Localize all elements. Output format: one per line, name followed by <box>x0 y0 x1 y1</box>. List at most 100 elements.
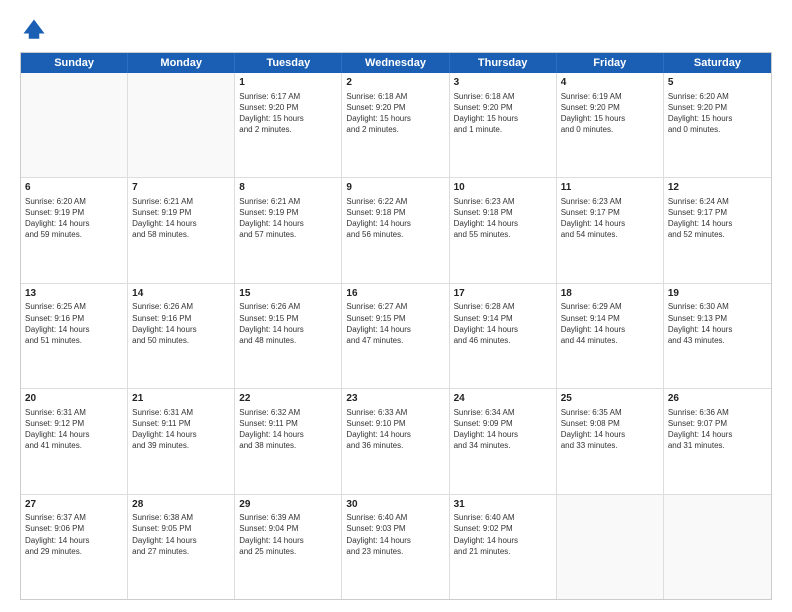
cell-info: Sunrise: 6:25 AM Sunset: 9:16 PM Dayligh… <box>25 301 123 346</box>
calendar-cell-empty <box>21 73 128 177</box>
day-number: 11 <box>561 181 659 195</box>
day-number: 14 <box>132 287 230 301</box>
calendar-cell-day-16: 16Sunrise: 6:27 AM Sunset: 9:15 PM Dayli… <box>342 284 449 388</box>
cell-info: Sunrise: 6:36 AM Sunset: 9:07 PM Dayligh… <box>668 407 767 452</box>
calendar-cell-day-10: 10Sunrise: 6:23 AM Sunset: 9:18 PM Dayli… <box>450 178 557 282</box>
calendar-cell-day-11: 11Sunrise: 6:23 AM Sunset: 9:17 PM Dayli… <box>557 178 664 282</box>
calendar-row-5: 27Sunrise: 6:37 AM Sunset: 9:06 PM Dayli… <box>21 495 771 599</box>
cell-info: Sunrise: 6:29 AM Sunset: 9:14 PM Dayligh… <box>561 301 659 346</box>
cell-info: Sunrise: 6:31 AM Sunset: 9:12 PM Dayligh… <box>25 407 123 452</box>
calendar-cell-day-9: 9Sunrise: 6:22 AM Sunset: 9:18 PM Daylig… <box>342 178 449 282</box>
header-day-friday: Friday <box>557 53 664 73</box>
calendar-cell-day-23: 23Sunrise: 6:33 AM Sunset: 9:10 PM Dayli… <box>342 389 449 493</box>
calendar-header: SundayMondayTuesdayWednesdayThursdayFrid… <box>21 53 771 73</box>
calendar-cell-empty <box>128 73 235 177</box>
cell-info: Sunrise: 6:20 AM Sunset: 9:19 PM Dayligh… <box>25 196 123 241</box>
cell-info: Sunrise: 6:19 AM Sunset: 9:20 PM Dayligh… <box>561 91 659 136</box>
calendar-cell-day-19: 19Sunrise: 6:30 AM Sunset: 9:13 PM Dayli… <box>664 284 771 388</box>
day-number: 24 <box>454 392 552 406</box>
day-number: 26 <box>668 392 767 406</box>
cell-info: Sunrise: 6:22 AM Sunset: 9:18 PM Dayligh… <box>346 196 444 241</box>
cell-info: Sunrise: 6:39 AM Sunset: 9:04 PM Dayligh… <box>239 512 337 557</box>
calendar-cell-day-21: 21Sunrise: 6:31 AM Sunset: 9:11 PM Dayli… <box>128 389 235 493</box>
calendar-cell-day-27: 27Sunrise: 6:37 AM Sunset: 9:06 PM Dayli… <box>21 495 128 599</box>
day-number: 22 <box>239 392 337 406</box>
cell-info: Sunrise: 6:18 AM Sunset: 9:20 PM Dayligh… <box>454 91 552 136</box>
day-number: 17 <box>454 287 552 301</box>
calendar-cell-day-28: 28Sunrise: 6:38 AM Sunset: 9:05 PM Dayli… <box>128 495 235 599</box>
day-number: 6 <box>25 181 123 195</box>
day-number: 16 <box>346 287 444 301</box>
day-number: 15 <box>239 287 337 301</box>
header-day-wednesday: Wednesday <box>342 53 449 73</box>
calendar-cell-day-4: 4Sunrise: 6:19 AM Sunset: 9:20 PM Daylig… <box>557 73 664 177</box>
calendar-cell-day-29: 29Sunrise: 6:39 AM Sunset: 9:04 PM Dayli… <box>235 495 342 599</box>
day-number: 21 <box>132 392 230 406</box>
cell-info: Sunrise: 6:34 AM Sunset: 9:09 PM Dayligh… <box>454 407 552 452</box>
day-number: 31 <box>454 498 552 512</box>
calendar-row-3: 13Sunrise: 6:25 AM Sunset: 9:16 PM Dayli… <box>21 284 771 389</box>
calendar-cell-day-18: 18Sunrise: 6:29 AM Sunset: 9:14 PM Dayli… <box>557 284 664 388</box>
cell-info: Sunrise: 6:23 AM Sunset: 9:17 PM Dayligh… <box>561 196 659 241</box>
calendar-body: 1Sunrise: 6:17 AM Sunset: 9:20 PM Daylig… <box>21 73 771 599</box>
calendar-cell-day-5: 5Sunrise: 6:20 AM Sunset: 9:20 PM Daylig… <box>664 73 771 177</box>
logo-icon <box>20 16 48 44</box>
header-day-thursday: Thursday <box>450 53 557 73</box>
cell-info: Sunrise: 6:17 AM Sunset: 9:20 PM Dayligh… <box>239 91 337 136</box>
day-number: 19 <box>668 287 767 301</box>
cell-info: Sunrise: 6:27 AM Sunset: 9:15 PM Dayligh… <box>346 301 444 346</box>
calendar-cell-day-14: 14Sunrise: 6:26 AM Sunset: 9:16 PM Dayli… <box>128 284 235 388</box>
day-number: 4 <box>561 76 659 90</box>
cell-info: Sunrise: 6:30 AM Sunset: 9:13 PM Dayligh… <box>668 301 767 346</box>
header <box>20 16 772 44</box>
logo <box>20 16 52 44</box>
day-number: 1 <box>239 76 337 90</box>
calendar-cell-day-24: 24Sunrise: 6:34 AM Sunset: 9:09 PM Dayli… <box>450 389 557 493</box>
day-number: 9 <box>346 181 444 195</box>
cell-info: Sunrise: 6:24 AM Sunset: 9:17 PM Dayligh… <box>668 196 767 241</box>
calendar-cell-day-2: 2Sunrise: 6:18 AM Sunset: 9:20 PM Daylig… <box>342 73 449 177</box>
calendar-cell-day-22: 22Sunrise: 6:32 AM Sunset: 9:11 PM Dayli… <box>235 389 342 493</box>
cell-info: Sunrise: 6:18 AM Sunset: 9:20 PM Dayligh… <box>346 91 444 136</box>
cell-info: Sunrise: 6:38 AM Sunset: 9:05 PM Dayligh… <box>132 512 230 557</box>
cell-info: Sunrise: 6:28 AM Sunset: 9:14 PM Dayligh… <box>454 301 552 346</box>
day-number: 2 <box>346 76 444 90</box>
day-number: 3 <box>454 76 552 90</box>
header-day-tuesday: Tuesday <box>235 53 342 73</box>
calendar-cell-empty <box>664 495 771 599</box>
calendar-row-4: 20Sunrise: 6:31 AM Sunset: 9:12 PM Dayli… <box>21 389 771 494</box>
cell-info: Sunrise: 6:35 AM Sunset: 9:08 PM Dayligh… <box>561 407 659 452</box>
cell-info: Sunrise: 6:31 AM Sunset: 9:11 PM Dayligh… <box>132 407 230 452</box>
day-number: 7 <box>132 181 230 195</box>
calendar-cell-day-1: 1Sunrise: 6:17 AM Sunset: 9:20 PM Daylig… <box>235 73 342 177</box>
calendar-cell-day-17: 17Sunrise: 6:28 AM Sunset: 9:14 PM Dayli… <box>450 284 557 388</box>
day-number: 8 <box>239 181 337 195</box>
header-day-monday: Monday <box>128 53 235 73</box>
cell-info: Sunrise: 6:33 AM Sunset: 9:10 PM Dayligh… <box>346 407 444 452</box>
cell-info: Sunrise: 6:20 AM Sunset: 9:20 PM Dayligh… <box>668 91 767 136</box>
day-number: 20 <box>25 392 123 406</box>
page: SundayMondayTuesdayWednesdayThursdayFrid… <box>0 0 792 612</box>
cell-info: Sunrise: 6:40 AM Sunset: 9:03 PM Dayligh… <box>346 512 444 557</box>
calendar-cell-day-15: 15Sunrise: 6:26 AM Sunset: 9:15 PM Dayli… <box>235 284 342 388</box>
day-number: 30 <box>346 498 444 512</box>
calendar-cell-day-12: 12Sunrise: 6:24 AM Sunset: 9:17 PM Dayli… <box>664 178 771 282</box>
calendar-cell-day-6: 6Sunrise: 6:20 AM Sunset: 9:19 PM Daylig… <box>21 178 128 282</box>
day-number: 23 <box>346 392 444 406</box>
calendar: SundayMondayTuesdayWednesdayThursdayFrid… <box>20 52 772 600</box>
calendar-row-1: 1Sunrise: 6:17 AM Sunset: 9:20 PM Daylig… <box>21 73 771 178</box>
day-number: 12 <box>668 181 767 195</box>
calendar-cell-day-20: 20Sunrise: 6:31 AM Sunset: 9:12 PM Dayli… <box>21 389 128 493</box>
cell-info: Sunrise: 6:26 AM Sunset: 9:15 PM Dayligh… <box>239 301 337 346</box>
day-number: 25 <box>561 392 659 406</box>
cell-info: Sunrise: 6:21 AM Sunset: 9:19 PM Dayligh… <box>132 196 230 241</box>
calendar-cell-day-8: 8Sunrise: 6:21 AM Sunset: 9:19 PM Daylig… <box>235 178 342 282</box>
day-number: 13 <box>25 287 123 301</box>
calendar-cell-day-7: 7Sunrise: 6:21 AM Sunset: 9:19 PM Daylig… <box>128 178 235 282</box>
calendar-row-2: 6Sunrise: 6:20 AM Sunset: 9:19 PM Daylig… <box>21 178 771 283</box>
cell-info: Sunrise: 6:21 AM Sunset: 9:19 PM Dayligh… <box>239 196 337 241</box>
cell-info: Sunrise: 6:32 AM Sunset: 9:11 PM Dayligh… <box>239 407 337 452</box>
day-number: 29 <box>239 498 337 512</box>
cell-info: Sunrise: 6:23 AM Sunset: 9:18 PM Dayligh… <box>454 196 552 241</box>
calendar-cell-day-30: 30Sunrise: 6:40 AM Sunset: 9:03 PM Dayli… <box>342 495 449 599</box>
